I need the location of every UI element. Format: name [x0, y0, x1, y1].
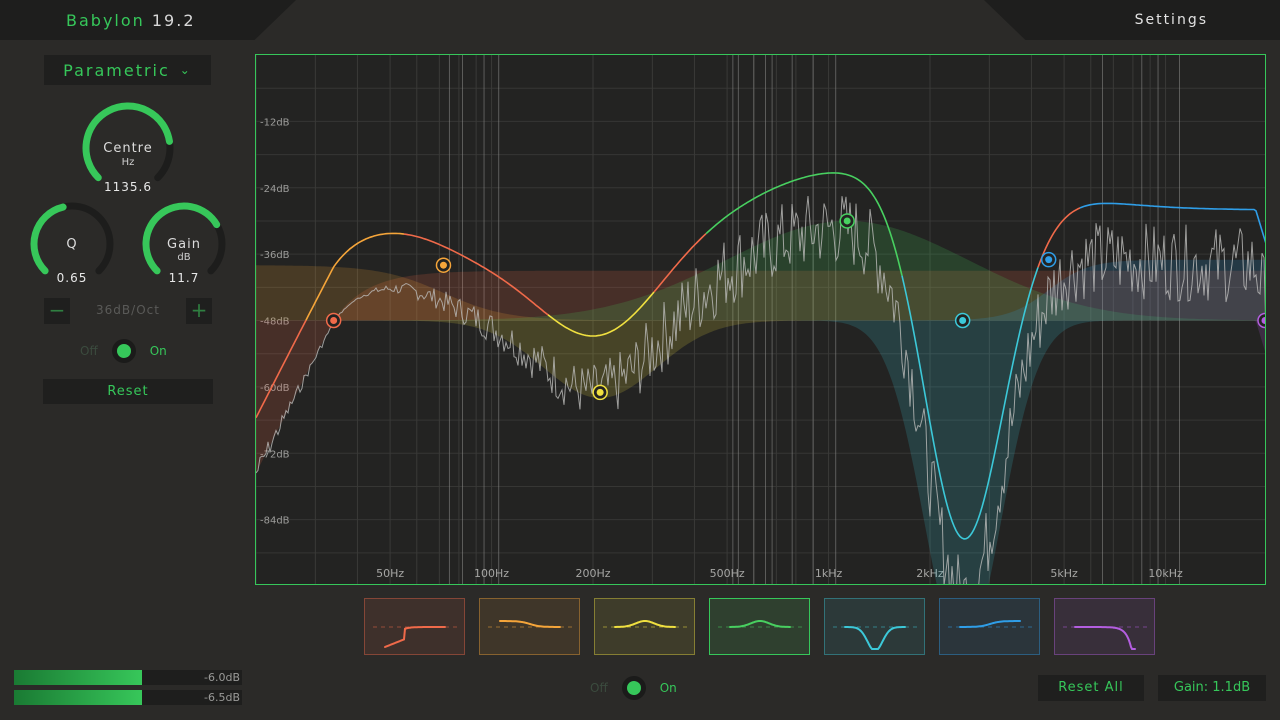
reset-all-button[interactable]: Reset All	[1038, 675, 1144, 701]
meter-left: -6.0dB	[14, 670, 242, 685]
band-fill-area	[256, 320, 1265, 398]
bell-icon	[603, 620, 688, 628]
global-toggle-off-label[interactable]: Off	[590, 681, 608, 695]
slope-decrease-button[interactable]: −	[44, 298, 70, 324]
toggle-dot-icon	[626, 681, 641, 695]
meter-right-label: -6.5dB	[204, 691, 240, 704]
centre-knob-unit: Hz	[121, 157, 135, 168]
meter-left-label: -6.0dB	[204, 671, 240, 684]
frequency-label: 200Hz	[575, 567, 610, 580]
band-node-dot	[330, 317, 338, 324]
band-toggle-on-label[interactable]: On	[150, 344, 167, 358]
frequency-label: 1kHz	[815, 567, 843, 580]
global-toggle-switch[interactable]	[621, 676, 646, 700]
band-tile-low-shelf[interactable]	[479, 598, 580, 655]
notch-icon	[833, 626, 918, 650]
frequency-label: 100Hz	[474, 567, 509, 580]
settings-tab[interactable]	[984, 0, 1280, 40]
output-gain-display[interactable]: Gain: 1.1dB	[1158, 675, 1266, 701]
frequency-label: 10kHz	[1148, 567, 1183, 580]
band-node-dot	[843, 217, 851, 225]
band-tile-bell[interactable]	[594, 598, 695, 655]
app-title: Babylon 19.2	[66, 11, 196, 30]
app-version: 19.2	[151, 11, 196, 30]
q-knob-value: 0.65	[56, 271, 88, 285]
settings-button[interactable]: Settings	[1135, 12, 1208, 28]
global-enable-toggle[interactable]: Off On	[590, 676, 677, 700]
frequency-label: 5kHz	[1050, 567, 1078, 580]
low-shelf-icon	[488, 620, 573, 628]
band-controls-panel: Parametric ⌄ Centre Hz 1135.6 Q 0.65 Gai…	[0, 40, 256, 720]
high-pass-icon	[373, 626, 458, 648]
slope-increase-button[interactable]: +	[186, 298, 212, 324]
app-name: Babylon	[66, 11, 145, 30]
output-meters: -6.0dB -6.5dB	[14, 670, 242, 710]
gain-knob[interactable]: Gain dB 11.7	[140, 200, 228, 288]
band-tile-notch[interactable]	[824, 598, 925, 655]
centre-knob[interactable]: Centre Hz 1135.6	[80, 100, 176, 196]
band-node-dot	[596, 388, 604, 396]
reset-band-button[interactable]: Reset	[43, 379, 213, 404]
band-toggle-switch[interactable]	[111, 339, 136, 363]
global-toggle-on-label[interactable]: On	[660, 681, 677, 695]
band-fill-area	[256, 320, 1265, 352]
band-tile-bell[interactable]	[709, 598, 810, 655]
frequency-axis-labels: 50Hz 100Hz 200Hz 500Hz 1kHz 2kHz 5kHz 10kHz	[376, 567, 1183, 580]
toggle-dot-icon	[116, 344, 131, 358]
band-tile-high-pass[interactable]	[364, 598, 465, 655]
db-label: -84dB	[260, 516, 290, 527]
filter-mode-value: Parametric	[63, 60, 170, 80]
eq-graph[interactable]: -12dB -24dB -36dB -48dB -60dB -72dB -84dB 50Hz…	[255, 54, 1266, 585]
high-shelf-icon	[948, 620, 1033, 628]
gain-knob-unit: dB	[177, 252, 191, 263]
filter-mode-dropdown[interactable]: Parametric ⌄	[44, 55, 211, 85]
band-node-dot	[439, 261, 447, 269]
bell-icon	[718, 620, 803, 628]
low-pass-icon	[1063, 626, 1148, 650]
band-toggle-off-label[interactable]: Off	[80, 344, 98, 358]
slope-control: − 36dB/Oct +	[44, 298, 212, 324]
top-bar: Babylon 19.2 Settings	[0, 0, 1280, 40]
centre-knob-label: Centre	[103, 141, 153, 156]
band-selector-row	[364, 598, 1156, 656]
meter-right: -6.5dB	[14, 690, 242, 705]
gain-knob-value: 11.7	[168, 271, 200, 285]
centre-knob-value: 1135.6	[104, 180, 152, 194]
db-label: -24dB	[260, 184, 290, 195]
chevron-down-icon: ⌄	[179, 63, 192, 77]
band-enable-toggle[interactable]: Off On	[80, 339, 167, 363]
db-label: -12dB	[260, 117, 290, 128]
band-node-dot	[959, 317, 967, 324]
band-fill-areas	[256, 220, 1265, 584]
band-tile-high-shelf[interactable]	[939, 598, 1040, 655]
gain-knob-label: Gain	[167, 237, 201, 252]
q-knob-label: Q	[66, 237, 78, 252]
band-node-dot	[1045, 256, 1053, 264]
db-label: -36dB	[260, 250, 290, 261]
q-knob[interactable]: Q 0.65	[28, 200, 116, 288]
frequency-label: 50Hz	[376, 567, 404, 580]
slope-value: 36dB/Oct	[96, 303, 160, 317]
frequency-label: 500Hz	[710, 567, 745, 580]
meter-right-fill	[14, 690, 142, 705]
band-tile-low-pass[interactable]	[1054, 598, 1155, 655]
meter-left-fill	[14, 670, 142, 685]
eq-graph-canvas[interactable]: -12dB-24dB-36dB-48dB-60dB-72dB-84dB 50Hz…	[256, 55, 1266, 585]
eq-response-curves	[256, 172, 1265, 540]
